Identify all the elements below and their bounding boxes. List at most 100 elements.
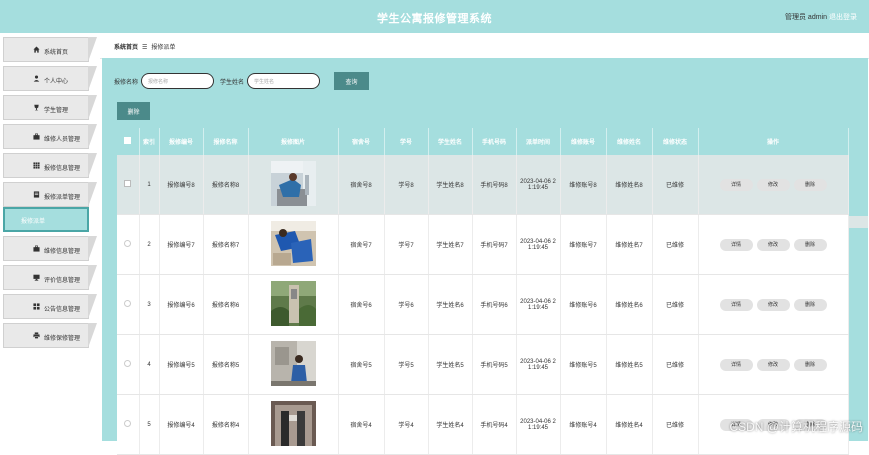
detail-button[interactable]: 详情 xyxy=(719,298,753,311)
cell-student-name: 学生姓名6 xyxy=(428,274,473,335)
sidebar-item-announcements[interactable]: 公告信息管理 xyxy=(3,294,97,319)
cell-phone: 手机号码8 xyxy=(472,155,517,215)
repair-image xyxy=(270,401,316,446)
row-checkbox[interactable] xyxy=(124,240,132,247)
home-icon xyxy=(33,46,40,53)
sidebar-item-repair-info[interactable]: 报修信息管理 xyxy=(3,153,97,178)
app-title: 学生公寓报修管理系统 xyxy=(377,13,492,25)
cell-index: 3 xyxy=(139,274,160,335)
detail-button[interactable]: 详情 xyxy=(719,178,753,191)
main-content: 系统首页 ☰ 报修派单 报修名称 报修名称 学生姓名 学生姓名 查询 删除 索引 报… xyxy=(100,33,869,455)
edit-button[interactable]: 修改 xyxy=(756,238,790,251)
cell-status: 已维修 xyxy=(652,155,699,215)
briefcase-icon xyxy=(33,245,40,252)
cell-code: 报修编号5 xyxy=(159,334,204,395)
repair-image xyxy=(270,341,316,386)
cell-student-id: 学号8 xyxy=(384,155,429,215)
breadcrumb-home[interactable]: 系统首页 xyxy=(114,45,138,51)
cell-repairer: 维修姓名6 xyxy=(606,274,653,335)
sidebar-item-students[interactable]: 学生管理 xyxy=(3,95,97,120)
cell-dorm: 宿舍号5 xyxy=(338,334,385,395)
logout-link[interactable]: 退出登录 xyxy=(829,12,857,22)
cell-phone: 手机号码4 xyxy=(472,394,517,455)
cell-dorm: 宿舍号7 xyxy=(338,214,385,275)
dispatch-table: 索引 报修编号 报修名称 报修图片 宿舍号 学号 学生姓名 手机号码 派单时间 … xyxy=(117,128,849,455)
sidebar-item-label: 个人中心 xyxy=(44,79,69,85)
edit-button[interactable]: 修改 xyxy=(756,298,790,311)
col-actions: 操作 xyxy=(698,128,849,155)
grid-icon xyxy=(33,162,40,169)
sidebar-item-reviews[interactable]: 评价信息管理 xyxy=(3,265,97,290)
select-all-checkbox[interactable] xyxy=(124,137,132,144)
col-repairer-name: 维修姓名 xyxy=(606,128,653,155)
sidebar-item-maintenance-info[interactable]: 维修信息管理 xyxy=(3,236,97,261)
cell-account: 维修账号8 xyxy=(560,155,607,215)
sidebar-item-warranty[interactable]: 维修保修管理 xyxy=(3,323,97,348)
row-checkbox[interactable] xyxy=(124,300,132,307)
cell-account: 维修账号4 xyxy=(560,394,607,455)
cell-time: 2023-04-06 2 1:19:45 xyxy=(516,155,561,215)
batch-delete-button[interactable]: 删除 xyxy=(117,102,150,120)
cell-name: 报修名称5 xyxy=(203,334,249,395)
sidebar-item-home[interactable]: 系统首页 xyxy=(3,37,97,62)
sidebar: 系统首页 个人中心 学生管理 维修人员管理 报修信息管理 报修派单管理 报修派单… xyxy=(0,33,100,441)
col-index: 索引 xyxy=(139,128,160,155)
cell-code: 报修编号7 xyxy=(159,214,204,275)
cell-code: 报修编号6 xyxy=(159,274,204,335)
sidebar-item-label: 学生管理 xyxy=(44,108,69,114)
col-phone: 手机号码 xyxy=(472,128,517,155)
cell-index: 4 xyxy=(139,334,160,395)
row-checkbox[interactable] xyxy=(124,360,132,367)
cell-code: 报修编号8 xyxy=(159,155,204,215)
sidebar-item-label: 维修保修管理 xyxy=(44,336,81,342)
cell-time: 2023-04-06 2 1:19:45 xyxy=(516,274,561,335)
watermark: CSDN @计算机程序源码 xyxy=(729,420,863,434)
sidebar-item-repair-staff[interactable]: 维修人员管理 xyxy=(3,124,97,149)
col-repair-image: 报修图片 xyxy=(248,128,339,155)
sidebar-item-label: 公告信息管理 xyxy=(44,307,81,313)
cell-student-id: 学号5 xyxy=(384,334,429,395)
sidebar-item-label: 维修信息管理 xyxy=(44,249,81,255)
cell-repairer: 维修姓名4 xyxy=(606,394,653,455)
cell-status: 已维修 xyxy=(652,394,699,455)
student-name-input[interactable]: 学生姓名 xyxy=(247,73,321,89)
cell-student-name: 学生姓名8 xyxy=(428,155,473,215)
apps-icon xyxy=(33,303,40,310)
detail-button[interactable]: 详情 xyxy=(719,238,753,251)
delete-button[interactable]: 删除 xyxy=(793,178,827,191)
sidebar-item-label: 维修人员管理 xyxy=(44,137,81,143)
sidebar-item-label: 报修派单 xyxy=(21,219,46,225)
cell-status: 已维修 xyxy=(652,274,699,335)
col-dispatch-time: 派单时间 xyxy=(516,128,561,155)
edit-button[interactable]: 修改 xyxy=(756,178,790,191)
cell-student-id: 学号4 xyxy=(384,394,429,455)
delete-button[interactable]: 删除 xyxy=(793,298,827,311)
sidebar-item-dispatch[interactable]: 报修派单 xyxy=(3,207,89,232)
cell-account: 维修账号7 xyxy=(560,214,607,275)
table-row: 3 报修编号6 报修名称6 宿舍号6 学号6 学生姓名6 手机号码6 2023-… xyxy=(117,274,849,335)
row-checkbox[interactable] xyxy=(124,180,132,187)
cell-student-name: 学生姓名5 xyxy=(428,334,473,395)
repair-name-input[interactable]: 报修名称 xyxy=(141,73,215,89)
delete-button[interactable]: 删除 xyxy=(793,358,827,371)
search-button[interactable]: 查询 xyxy=(334,72,369,90)
cell-student-id: 学号6 xyxy=(384,274,429,335)
sidebar-item-profile[interactable]: 个人中心 xyxy=(3,66,97,91)
detail-button[interactable]: 详情 xyxy=(719,358,753,371)
table-row: 2 报修编号7 报修名称7 宿舍号7 学号7 学生姓名7 手机号码7 2023-… xyxy=(117,214,849,275)
cell-time: 2023-04-06 2 1:19:45 xyxy=(516,394,561,455)
cell-code: 报修编号4 xyxy=(159,394,204,455)
col-repair-code: 报修编号 xyxy=(159,128,204,155)
cell-repairer: 维修姓名7 xyxy=(606,214,653,275)
sidebar-item-dispatch-mgmt[interactable]: 报修派单管理 xyxy=(3,182,97,207)
document-icon xyxy=(33,191,40,198)
repair-image xyxy=(270,161,316,206)
sidebar-item-label: 评价信息管理 xyxy=(44,278,81,284)
cell-dorm: 宿舍号8 xyxy=(338,155,385,215)
edit-button[interactable]: 修改 xyxy=(756,358,790,371)
row-checkbox[interactable] xyxy=(124,420,132,427)
sidebar-item-label: 报修信息管理 xyxy=(44,166,81,172)
col-student-id: 学号 xyxy=(384,128,429,155)
delete-button[interactable]: 删除 xyxy=(793,238,827,251)
cell-index: 5 xyxy=(139,394,160,455)
